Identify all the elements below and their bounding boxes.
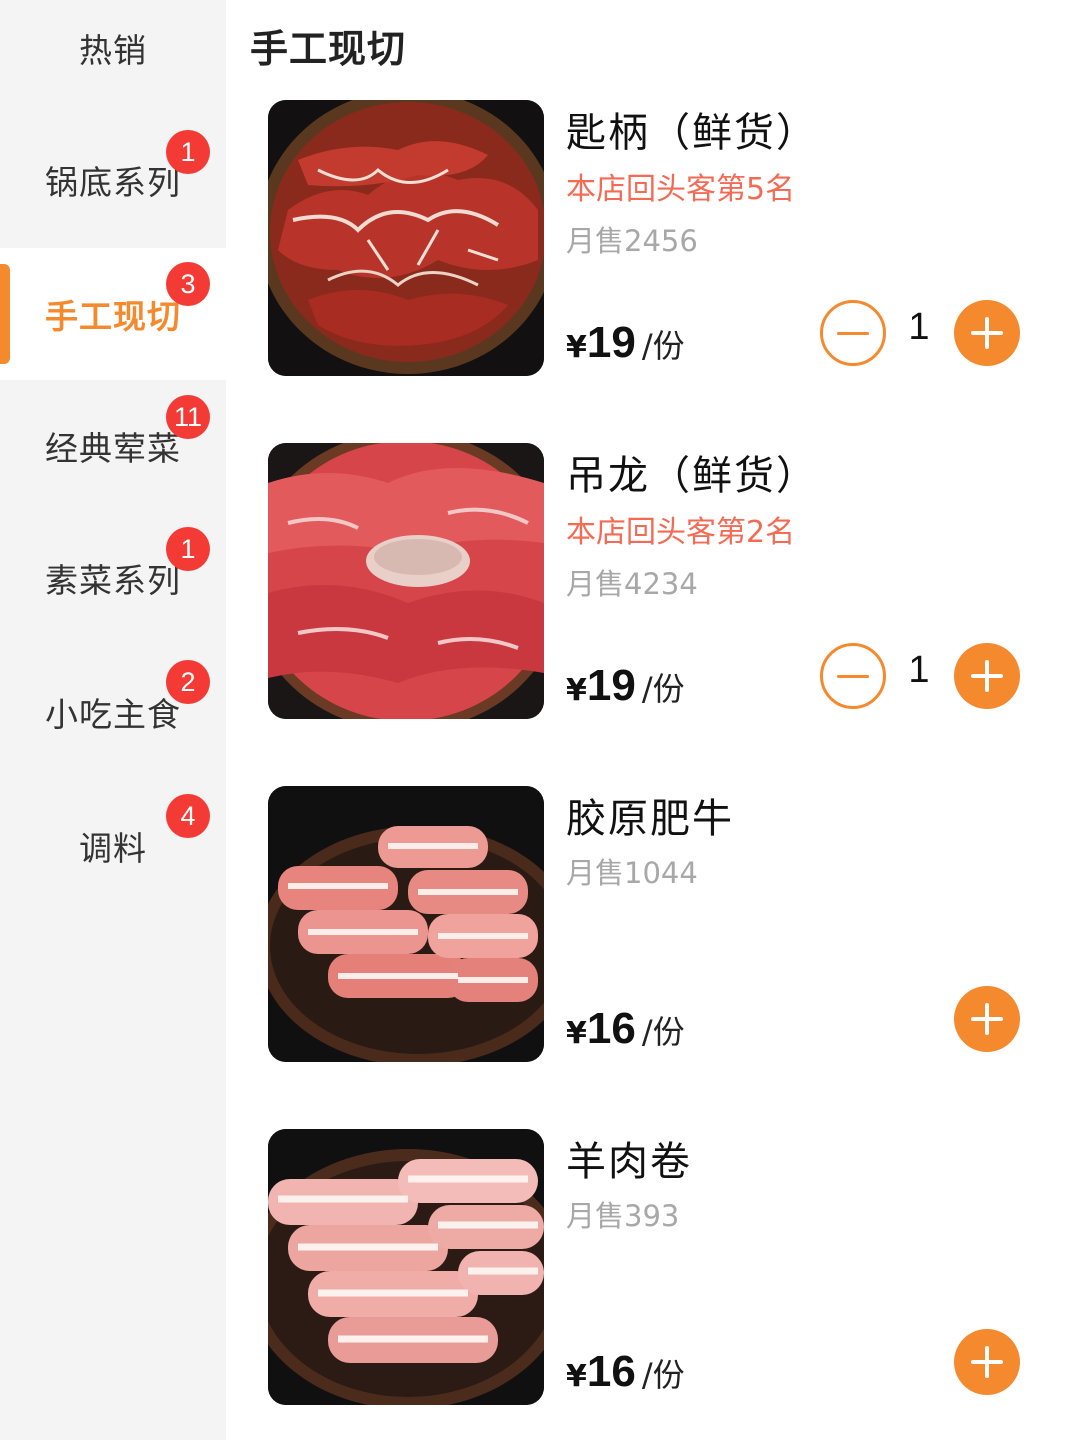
app: 热销 锅底系列 1 手工现切 3 经典荤菜 11 素菜系列 1 小吃主食 2 调… [0,0,1080,1440]
currency-symbol: ¥ [566,673,587,708]
add-to-cart-button[interactable] [954,986,1020,1052]
monthly-sales: 月售393 [566,1199,680,1233]
category-hand-cut[interactable]: 手工现切 3 [0,248,226,380]
category-label: 手工现切 [45,297,181,336]
category-condiments[interactable]: 调料 4 [0,780,226,912]
product-item[interactable]: 胶原肥牛 月售1044 ¥ 16 /份 [268,786,1048,1062]
price-unit: /份 [641,670,685,708]
count-badge: 1 [166,130,210,174]
count-badge: 3 [166,262,210,306]
add-to-cart-button[interactable] [954,1329,1020,1395]
decrease-quantity-button[interactable] [820,643,886,709]
category-classic-meat[interactable]: 经典荤菜 11 [0,380,226,512]
product-name: 吊龙（鲜货） [566,453,818,499]
category-label: 经典荤菜 [45,429,181,468]
price-amount: 19 [586,318,636,367]
product-image-marbled-beef[interactable] [268,100,544,376]
category-snacks-staples[interactable]: 小吃主食 2 [0,646,226,778]
add-to-cart-button[interactable] [954,300,1020,366]
currency-symbol: ¥ [566,1359,587,1394]
count-badge: 1 [166,527,210,571]
minus-icon [837,331,869,335]
category-soup-base[interactable]: 锅底系列 1 [0,114,226,246]
category-label: 小吃主食 [45,695,181,734]
product-price: ¥ 19 /份 [566,318,685,368]
quantity-value: 1 [908,649,930,691]
decrease-quantity-button[interactable] [820,300,886,366]
product-item[interactable]: 羊肉卷 月售393 ¥ 16 /份 [268,1129,1048,1405]
section-title: 手工现切 [250,27,407,71]
product-name: 胶原肥牛 [566,796,734,842]
product-name: 匙柄（鲜货） [566,110,818,156]
count-badge: 4 [166,794,210,838]
repeat-customer-rank: 本店回头客第5名 [566,172,796,207]
monthly-sales: 月售1044 [566,856,698,890]
lamb-rolls-plate-image [268,1129,544,1405]
count-badge: 2 [166,660,210,704]
price-unit: /份 [641,327,685,365]
monthly-sales: 月售2456 [566,224,698,258]
price-amount: 19 [586,661,636,710]
minus-icon [837,674,869,678]
product-image-lamb-rolls[interactable] [268,1129,544,1405]
category-label: 素菜系列 [45,561,181,600]
marbled-beef-plate-image [268,100,544,376]
category-hot[interactable]: 热销 [0,0,226,114]
add-to-cart-button[interactable] [954,643,1020,709]
product-price: ¥ 16 /份 [566,1004,685,1054]
category-label: 调料 [79,829,147,868]
category-vegetables[interactable]: 素菜系列 1 [0,512,226,644]
quantity-value: 1 [908,306,930,348]
product-image-beef-rolls[interactable] [268,786,544,1062]
monthly-sales: 月售4234 [566,567,698,601]
category-label: 锅底系列 [45,163,181,202]
currency-symbol: ¥ [566,1016,587,1051]
product-name: 羊肉卷 [566,1139,692,1185]
category-sidebar: 热销 锅底系列 1 手工现切 3 经典荤菜 11 素菜系列 1 小吃主食 2 调… [0,0,226,1440]
sliced-beef-plate-image [268,443,544,719]
price-amount: 16 [586,1004,636,1053]
product-image-sliced-beef[interactable] [268,443,544,719]
price-unit: /份 [641,1013,685,1051]
category-label: 热销 [79,31,147,70]
price-unit: /份 [641,1356,685,1394]
count-badge: 11 [166,395,210,439]
product-price: ¥ 19 /份 [566,661,685,711]
active-indicator [0,264,10,364]
currency-symbol: ¥ [566,330,587,365]
product-item[interactable]: 吊龙（鲜货） 本店回头客第2名 月售4234 ¥ 19 /份 1 [268,443,1048,719]
product-price: ¥ 16 /份 [566,1347,685,1397]
repeat-customer-rank: 本店回头客第2名 [566,515,796,550]
beef-rolls-plate-image [268,786,544,1062]
price-amount: 16 [586,1347,636,1396]
product-item[interactable]: 匙柄（鲜货） 本店回头客第5名 月售2456 ¥ 19 /份 1 [268,100,1048,376]
